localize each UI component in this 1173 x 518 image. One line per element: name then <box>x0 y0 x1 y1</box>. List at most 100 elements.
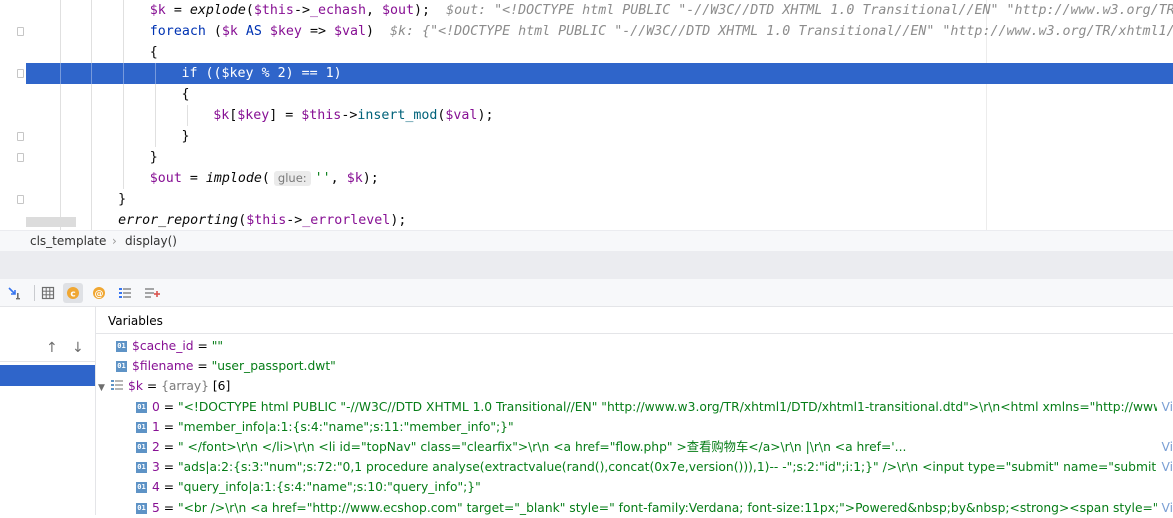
code-token: } <box>181 129 190 144</box>
variable-row[interactable]: 01 $filename = "user_passport.dwt" <box>102 356 1173 376</box>
code-line[interactable]: { <box>26 42 1173 63</box>
variables-panel: Variables 01 $cache_id = "" 01 $filename = … <box>96 307 1173 518</box>
fold-marker[interactable] <box>17 195 24 204</box>
array-element-row[interactable]: 01 4 = "query_info|a:1:{s:4:"name";s:10:"… <box>136 477 1173 497</box>
code-token: => <box>301 24 334 39</box>
inline-debug-label: $k: <box>390 24 423 39</box>
code-token: _echash <box>309 3 366 18</box>
code-token: ); <box>390 213 407 228</box>
primitive-type-icon: 01 <box>136 502 147 514</box>
fold-marker[interactable] <box>17 132 24 141</box>
code-line[interactable]: $k = explode($this->_echash, $out); $out… <box>26 0 1173 21</box>
svg-text:@: @ <box>95 290 104 300</box>
code-token: ( <box>205 24 222 39</box>
code-token: , <box>330 171 347 186</box>
code-text: if (($key % 2) == 1) <box>182 63 342 84</box>
code-token: $this <box>246 213 287 228</box>
view-value-link[interactable]: Vi <box>1157 457 1173 478</box>
code-line[interactable]: $out = implode(glue: '', $k); <box>26 168 1173 189</box>
code-line[interactable]: foreach ($k AS $key => $val) $k: {"<!DOC… <box>26 21 1173 42</box>
variable-equals: = <box>159 460 178 475</box>
variable-row[interactable]: 01 $cache_id = "" <box>102 336 1173 356</box>
indent-guide <box>91 147 93 168</box>
fold-marker[interactable] <box>17 69 24 78</box>
indent-guide <box>59 42 61 63</box>
indent-guide <box>154 84 156 105</box>
variable-value: "user_passport.dwt" <box>211 359 336 374</box>
code-token: if (( <box>181 66 222 81</box>
frames-panel: ↑ ↓ <box>0 307 96 515</box>
code-token: ( <box>238 213 247 228</box>
array-element-row[interactable]: 01 1 = "member_info|a:1:{s:4:"name";s:11:… <box>136 417 1173 437</box>
expand-arrow-icon[interactable]: ▼ <box>98 378 108 398</box>
step-to-cursor-icon[interactable] <box>5 283 25 303</box>
variable-name: 3 <box>152 460 160 475</box>
add-watch-icon[interactable] <box>142 283 162 303</box>
code-editor[interactable]: $k = explode($this->_echash, $out); $out… <box>0 0 1173 230</box>
code-token: { <box>181 87 190 102</box>
primitive-type-icon: 01 <box>136 482 147 494</box>
indent-guide <box>123 147 125 168</box>
panel-splitter[interactable] <box>0 252 1173 279</box>
evaluate-grid-icon[interactable] <box>38 283 58 303</box>
code-token: = <box>181 171 206 186</box>
previous-frame-button[interactable]: ↑ <box>46 340 58 356</box>
indent-guide <box>154 126 156 147</box>
code-token: $out <box>382 3 415 18</box>
breadcrumb-method[interactable]: display() <box>125 234 177 248</box>
breadcrumb-separator: › <box>112 234 117 248</box>
indent-guide <box>59 63 61 84</box>
list-view-icon[interactable] <box>115 283 135 303</box>
editor-gutter[interactable] <box>0 0 26 230</box>
array-element-row[interactable]: 01 3 = "ads|a:2:{s:3:"num";s:72:"0,1 proc… <box>136 457 1173 478</box>
code-token: ( <box>261 171 270 186</box>
inline-debug-label: $out: <box>446 3 495 18</box>
array-element-row[interactable]: 01 2 = " </font>\r\n </li>\r\n <li id="to… <box>136 437 1173 457</box>
code-token: _errorlevel <box>302 213 391 228</box>
variable-value: "<br />\r\n <a href="http://www.ecshop.c… <box>177 500 1173 515</box>
variable-value: " </font>\r\n </li>\r\n <li id="topNav" … <box>177 440 907 454</box>
fold-marker[interactable] <box>17 27 24 36</box>
constants-icon[interactable]: c <box>63 283 83 303</box>
variable-name: $filename <box>132 359 194 374</box>
code-token: ] = <box>269 108 302 123</box>
code-line[interactable]: } <box>26 126 1173 147</box>
view-value-link[interactable]: Vi <box>1157 396 1173 417</box>
current-execution-line[interactable]: if (($key % 2) == 1) <box>26 63 1173 84</box>
variable-count: [6] <box>208 379 231 394</box>
next-frame-button[interactable]: ↓ <box>72 340 84 356</box>
code-line[interactable]: $k[$key] = $this->insert_mod($val); <box>26 105 1173 126</box>
variable-row[interactable]: ▼ $k = {array} [6] <box>98 376 1169 396</box>
primitive-type-icon: 01 <box>116 341 127 352</box>
variable-value: "<!DOCTYPE html PUBLIC "-//W3C//DTD XHTM… <box>177 399 1173 414</box>
inline-debug-text: {"<!DOCTYPE html PUBLIC "-//W3C//DTD XHT… <box>422 24 1173 39</box>
code-token: insert_mod <box>357 108 438 123</box>
array-element-row[interactable]: 01 0 = "<!DOCTYPE html PUBLIC "-//W3C//DT… <box>136 396 1173 417</box>
variable-equals: = <box>142 379 162 394</box>
code-line[interactable]: } <box>26 147 1173 168</box>
view-value-link[interactable]: Vi <box>1157 437 1173 457</box>
code-token: -> <box>293 3 310 18</box>
code-line[interactable]: { <box>26 84 1173 105</box>
watch-at-icon[interactable]: @ <box>89 283 109 303</box>
variable-value: "" <box>211 339 224 353</box>
code-token: foreach <box>149 24 206 39</box>
horizontal-scroll-thumb[interactable] <box>26 217 76 227</box>
variable-name: 0 <box>152 399 160 414</box>
primitive-type-icon: 01 <box>136 442 147 453</box>
primitive-type-icon: 01 <box>136 421 147 433</box>
code-token: ); <box>477 108 494 123</box>
indent-guide <box>186 105 188 126</box>
code-token: -> <box>286 213 303 228</box>
selected-frame[interactable] <box>0 365 95 386</box>
code-line[interactable]: error_reporting($this->_errorlevel); <box>26 210 1173 230</box>
code-token: $k <box>346 171 363 186</box>
indent-guide <box>59 126 61 147</box>
code-token: ) <box>366 24 391 39</box>
code-line[interactable]: } <box>26 189 1173 210</box>
breadcrumb-class[interactable]: cls_template <box>30 234 106 248</box>
indent-guide <box>59 147 61 168</box>
variable-type: {array} <box>161 379 209 394</box>
fold-marker[interactable] <box>17 153 24 162</box>
indent-guide <box>123 105 125 126</box>
